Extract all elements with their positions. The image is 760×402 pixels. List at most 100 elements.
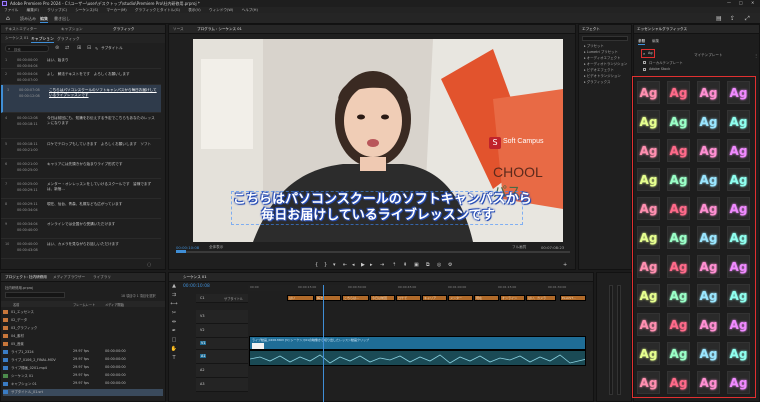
template-item[interactable]: Ag [667,110,690,133]
effects-folder[interactable]: ▸ プリセット [584,43,604,48]
pencil-icon[interactable]: ✎ [95,46,98,51]
program-video-frame[interactable]: S Soft Campus CHOOL パス こちらはパソコンスクールのソフトキ… [193,39,563,242]
template-item[interactable]: Ag [637,342,660,365]
razor-tool-icon[interactable]: ✂ [170,310,178,317]
effects-folder[interactable]: ▸ オーディオトランジション [584,61,627,66]
project-item[interactable]: 02_データ [3,317,163,324]
template-item[interactable]: Ag [667,342,690,365]
panel-options-icon[interactable]: ◌ [147,262,151,268]
adobe-stock-checkbox[interactable] [643,68,646,71]
effects-folder[interactable]: ▸ ビデオトランジション [584,73,621,78]
playhead-indicator[interactable] [176,250,186,253]
template-item[interactable]: Ag [697,313,720,336]
template-item[interactable]: Ag [697,110,720,133]
export-frame-icon[interactable]: ▣ [414,262,419,268]
template-item[interactable]: Ag [727,371,750,394]
template-item[interactable]: Ag [727,139,750,162]
slip-tool-icon[interactable]: ⇹ [170,319,178,326]
caption-clip[interactable]: 今日は前回 [370,295,395,301]
track-header-c1[interactable]: C1 サブタイトル [196,294,248,303]
template-item[interactable]: Ag [697,371,720,394]
hand-tool-icon[interactable]: ✋ [170,346,178,353]
tab-media-browser[interactable]: メディアブラウザー [53,275,85,280]
template-item[interactable]: Ag [727,226,750,249]
template-item[interactable]: Ag [697,81,720,104]
template-item[interactable]: Ag [697,284,720,307]
go-to-out-icon[interactable]: ⇥ [380,262,384,268]
menu-clip[interactable]: クリップ(C) [47,8,67,12]
template-item[interactable]: Ag [697,139,720,162]
compare-icon[interactable]: ⧉ [426,262,430,268]
template-item[interactable]: Ag [667,168,690,191]
caption-clip[interactable]: オンライン [500,295,525,301]
template-item[interactable]: Ag [667,371,690,394]
type-tool-icon[interactable]: T [170,355,178,362]
template-item[interactable]: Ag [667,226,690,249]
template-item[interactable]: Ag [637,371,660,394]
project-item[interactable]: 05_音楽 [3,341,163,348]
workspace-export[interactable]: 書き出し [54,16,70,22]
pen-tool-icon[interactable]: ✒ [170,328,178,335]
timeline-timecode[interactable]: 00:00:10:08 [183,284,210,289]
tab-libraries[interactable]: ライブラリ [93,275,111,280]
caption-item[interactable]: 5 00:00:18:11 00:00:21:00 ロケでテロップもしていきます… [1,139,161,159]
template-item[interactable]: Ag [637,81,660,104]
column-frame-rate[interactable]: フレームレート [73,302,95,307]
menu-graphics[interactable]: グラフィックとタイトル(G) [135,8,180,12]
template-item[interactable]: Ag [637,110,660,133]
caption-text[interactable]: メンター・オンレッスンをしていけるスクールです 皆様でまずは、新宿... [47,182,157,192]
tab-captions-top[interactable]: キャプション [61,27,83,32]
step-back-icon[interactable]: ◂ [352,262,355,268]
go-to-in-icon[interactable]: ⇤ [343,262,347,268]
caption-text[interactable]: 現在、仙台、青森、札幌なども広がっています [47,202,157,207]
rectangle-tool-icon[interactable]: □ [170,337,178,344]
caption-clip[interactable]: 解法 [315,295,341,301]
project-item[interactable]: ライブ1_2324 29.97 fps 00:00:00:00 [3,349,163,356]
project-item[interactable]: 01_エッセンス [3,309,163,316]
template-item[interactable]: Ag [667,255,690,278]
menu-marker[interactable]: マーカー(M) [106,8,126,12]
template-item[interactable]: Ag [697,255,720,278]
track-header-v1[interactable]: V1 [196,338,248,350]
template-item[interactable]: Ag [667,81,690,104]
timeline-ruler[interactable]: 00:00 00:00:15:00 00:00:30:00 00:00:45:0… [248,285,592,291]
menu-view[interactable]: 表示(V) [188,8,200,12]
effects-search[interactable] [582,36,628,41]
caption-clip[interactable]: ELLUST... [560,295,586,301]
project-search-input[interactable] [5,292,65,298]
template-item[interactable]: Ag [727,168,750,191]
quality-dropdown[interactable]: フル画質 [512,245,526,250]
video-clip[interactable]: ライブ動画_0206.MOV [V] シーケンス01の映像から切り出したレッスン… [249,336,586,350]
vr-icon[interactable]: ◎ [437,262,441,268]
caption-clip[interactable]: キャリア [422,295,447,301]
minimize-icon[interactable]: — [727,0,731,5]
menu-help[interactable]: ヘルプ(H) [242,8,258,12]
project-item[interactable]: サブタイトル_01.srt [3,389,163,396]
track-header-a2[interactable]: A2 [196,364,248,378]
caption-item[interactable]: 1 00:00:00:00 00:00:04:04 はい、始まり [1,55,161,69]
essential-graphics-title[interactable]: エッセンシャルグラフィックス [637,27,687,32]
caption-search-input[interactable]: ⌕ 検索 [5,45,49,52]
template-item[interactable]: Ag [727,81,750,104]
ripple-tool-icon[interactable]: ⟷ [170,301,178,308]
replace-icon[interactable]: ⇄ [65,45,69,51]
share-icon[interactable]: ⇪ [730,15,735,22]
column-name[interactable]: 名前 [13,302,19,307]
panel-menu-icon[interactable]: ⋮ [754,53,758,58]
template-item[interactable]: Ag [727,255,750,278]
caption-item[interactable]: 9 00:00:34:04 00:00:40:00 オンラインでは全国から受講い… [1,219,161,239]
caption-item[interactable]: 2 00:00:04:04 00:00:07:00 よし 解法テキストをです よ… [1,69,161,85]
tab-graphics[interactable]: グラフィック [57,36,80,42]
tab-timeline-sequence[interactable]: シーケンス 01 [183,275,207,280]
tab-edit[interactable]: 編集 [652,39,659,44]
caption-text[interactable]: はい、カメラを見ながらお話しいただけます [47,242,157,247]
audio-clip[interactable] [249,350,586,366]
timeline-playhead[interactable] [323,285,324,402]
menu-window[interactable]: ウィンドウ(W) [209,8,233,12]
caption-text[interactable]: 今日は前回にも、知識をお伝えする予定でこちらもあなたのレッスンになります [47,116,157,126]
split-icon[interactable]: ⊟ [87,45,91,51]
select-tool-icon[interactable]: ▲ [170,283,178,290]
mark-out-icon[interactable]: } [324,262,327,268]
template-item[interactable]: Ag [697,168,720,191]
track-select-tool-icon[interactable]: ⇉ [170,292,178,299]
